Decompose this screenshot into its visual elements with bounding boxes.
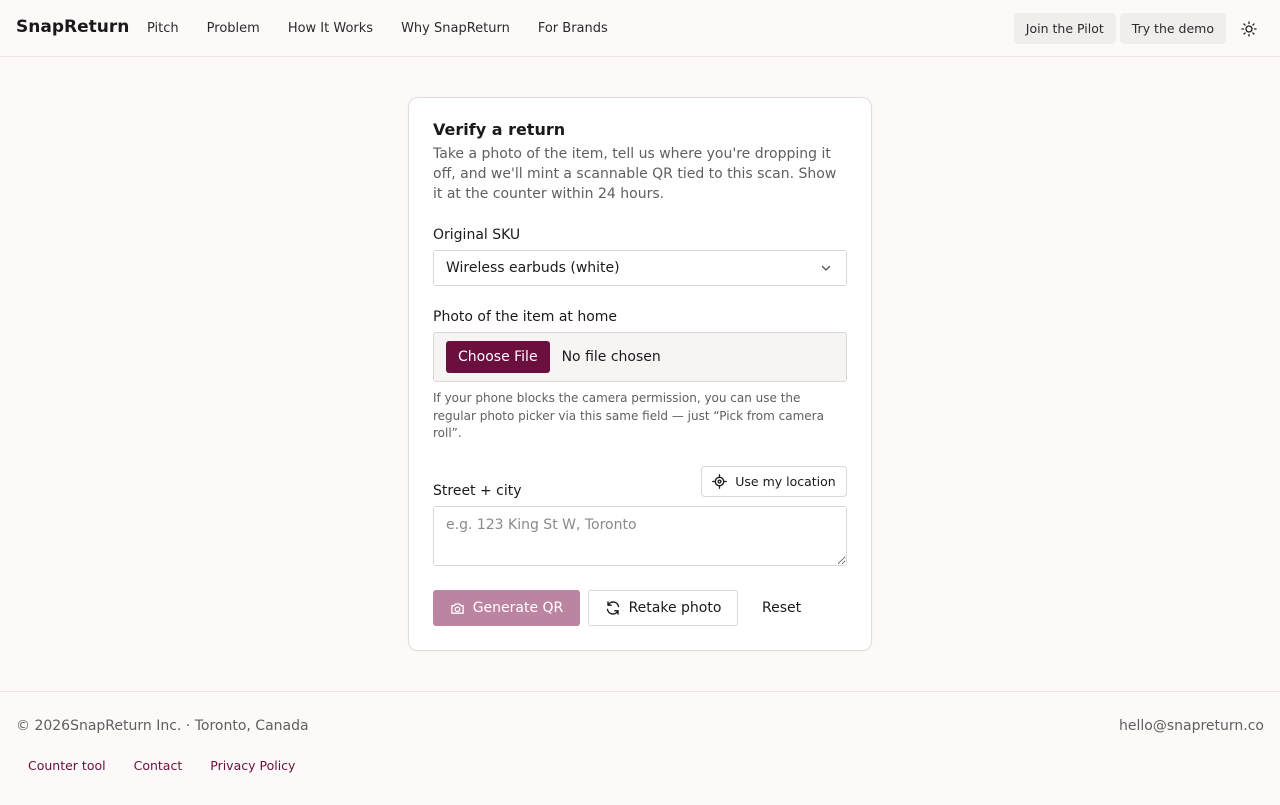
contact-email[interactable]: hello@snapreturn.co	[1119, 718, 1264, 734]
retake-photo-label: Retake photo	[628, 600, 722, 616]
generate-qr-button[interactable]: Generate QR	[433, 590, 580, 626]
verify-return-card: Verify a return Take a photo of the item…	[408, 97, 872, 651]
footer-link-privacy-policy[interactable]: Privacy Policy	[198, 756, 307, 775]
choose-file-button[interactable]: Choose File	[446, 341, 550, 373]
card-description: Take a photo of the item, tell us where …	[433, 146, 837, 202]
footer-link-counter-tool[interactable]: Counter tool	[16, 756, 118, 775]
brand-logo[interactable]: SnapReturn	[16, 17, 129, 37]
address-label: Street + city	[433, 483, 522, 499]
nav-why-snapreturn[interactable]: Why SnapReturn	[388, 15, 523, 42]
generate-qr-label: Generate QR	[472, 600, 564, 616]
refresh-icon	[606, 601, 619, 615]
sku-selected-value: Wireless earbuds (white)	[446, 260, 620, 276]
sun-icon	[1241, 20, 1257, 37]
nav-for-brands[interactable]: For Brands	[525, 15, 621, 42]
header-actions: Join the Pilot Try the demo	[1013, 13, 1264, 44]
try-demo-button[interactable]: Try the demo	[1119, 13, 1226, 44]
crosshair-icon	[712, 474, 728, 489]
use-location-label: Use my location	[735, 474, 836, 489]
top-navbar: SnapReturn Pitch Problem How It Works Wh…	[0, 0, 1280, 57]
footer-links: Counter tool Contact Privacy Policy	[16, 756, 311, 775]
nav-pitch[interactable]: Pitch	[134, 15, 192, 42]
copyright-text: © 2026SnapReturn Inc. · Toronto, Canada	[16, 718, 309, 734]
page-footer: © 2026SnapReturn Inc. · Toronto, Canada …	[0, 691, 1280, 805]
photo-hint: If your phone blocks the camera permissi…	[433, 391, 824, 440]
file-status: No file chosen	[561, 349, 661, 365]
form-actions: Generate QR Retake photo Reset	[433, 590, 817, 626]
theme-toggle-button[interactable]	[1234, 13, 1264, 44]
sku-label: Original SKU	[433, 227, 521, 243]
card-title: Verify a return	[433, 120, 566, 139]
camera-icon	[450, 602, 464, 614]
chevron-down-icon	[821, 265, 831, 271]
join-pilot-button[interactable]: Join the Pilot	[1013, 13, 1116, 44]
nav-problem[interactable]: Problem	[194, 15, 273, 42]
photo-file-input[interactable]: Choose File No file chosen	[433, 332, 847, 382]
use-location-button[interactable]: Use my location	[701, 466, 847, 497]
address-input[interactable]	[433, 506, 847, 566]
photo-label: Photo of the item at home	[433, 309, 618, 325]
nav-how-it-works[interactable]: How It Works	[275, 15, 386, 42]
reset-button[interactable]: Reset	[746, 590, 817, 626]
sku-select[interactable]: Wireless earbuds (white)	[433, 250, 847, 286]
footer-link-contact[interactable]: Contact	[122, 756, 195, 775]
retake-photo-button[interactable]: Retake photo	[588, 590, 738, 626]
main-nav: Pitch Problem How It Works Why SnapRetur…	[134, 0, 623, 56]
